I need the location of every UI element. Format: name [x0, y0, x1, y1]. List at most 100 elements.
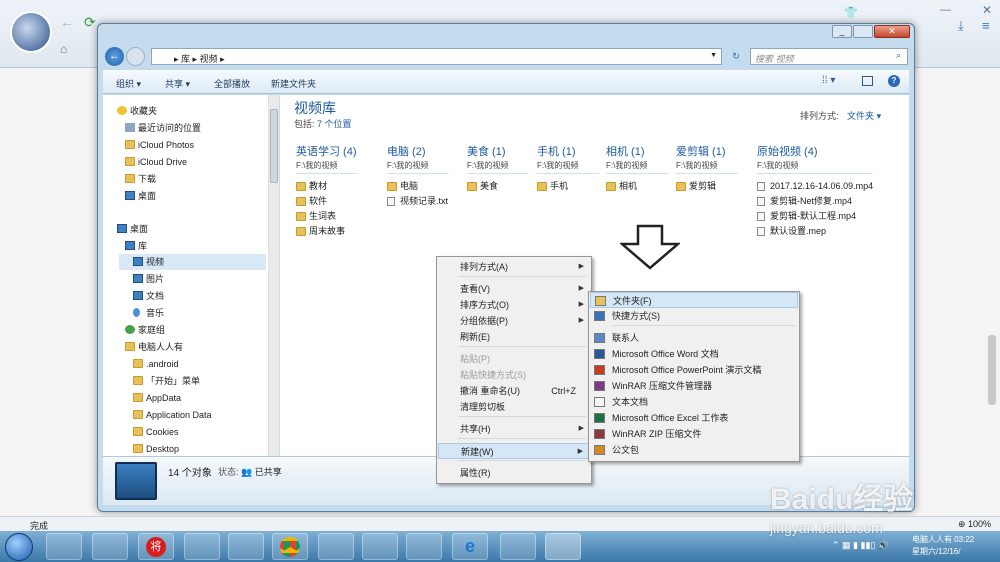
nav-item[interactable]: 音乐 [119, 305, 266, 321]
file-item[interactable]: 默认设置.mep [757, 224, 873, 239]
nav-item[interactable]: 电脑人人有 [111, 339, 266, 355]
nav-item[interactable]: 桌面 [111, 188, 266, 204]
avatar[interactable] [10, 11, 52, 53]
submenu-item[interactable]: 公文包 [590, 442, 798, 458]
taskbar-explorer-button[interactable] [46, 533, 82, 560]
library-locations-link[interactable]: 7 个位置 [317, 119, 352, 129]
taskbar-chrome-button[interactable] [272, 533, 308, 560]
submenu-item[interactable]: 快捷方式(S) [590, 308, 798, 324]
group-header[interactable]: 电脑 (2) [387, 143, 449, 159]
nav-item[interactable]: AppData [119, 390, 266, 406]
submenu-item[interactable]: Microsoft Office Excel 工作表 [590, 410, 798, 426]
nav-item[interactable]: 收藏夹 [103, 103, 266, 119]
window-close-button[interactable]: ✕ [874, 25, 910, 38]
menu-item[interactable]: 查看(V) ▶ [438, 281, 590, 297]
tray-icons[interactable]: ⌃ ▦ ▮ ▮▮▯ 🔊 [832, 540, 889, 551]
clock[interactable]: 电脑人人有 03:22 星期六/12/16/ [912, 534, 974, 558]
folder-item[interactable]: 周末故事 [296, 224, 358, 239]
taskbar-ie-button[interactable]: e [452, 533, 488, 560]
window-maximize-button[interactable] [853, 25, 873, 38]
home-icon[interactable]: ⌂ [60, 42, 72, 56]
folder-item[interactable]: 美食 [467, 179, 529, 194]
nav-item[interactable]: iCloud Photos [111, 137, 266, 153]
submenu-item[interactable]: WinRAR 压缩文件管理器 [590, 378, 798, 394]
shirt-icon[interactable]: 👕 [844, 6, 858, 19]
play-all-button[interactable]: 全部播放 [214, 77, 250, 90]
taskbar-media-button[interactable] [500, 533, 536, 560]
page-scrollbar[interactable] [988, 335, 996, 405]
folder-item[interactable]: 生词表 [296, 209, 358, 224]
menu-item[interactable]: 撤消 重命名(U) Ctrl+Z [438, 383, 590, 399]
nav-item[interactable]: 最近访问的位置 [111, 120, 266, 136]
taskbar-sogou-button[interactable] [406, 533, 442, 560]
menu-item[interactable]: 新建(W) ▶ [438, 443, 590, 459]
taskbar-folder-button[interactable] [184, 533, 220, 560]
taskbar-control-panel-button[interactable] [92, 533, 128, 560]
submenu-item[interactable]: Microsoft Office Word 文档 [590, 346, 798, 362]
nav-item[interactable]: .android [119, 356, 266, 372]
group-header[interactable]: 手机 (1) [537, 143, 599, 159]
folder-item[interactable]: 教材 [296, 179, 358, 194]
file-item[interactable]: 爱剪辑-Net修复.mp4 [757, 194, 873, 209]
submenu-item[interactable]: Microsoft Office PowerPoint 演示文稿 [590, 362, 798, 378]
window-minimize-button[interactable]: _ [832, 25, 852, 38]
folder-item[interactable]: 手机 [537, 179, 599, 194]
submenu-item[interactable]: 联系人 [590, 330, 798, 346]
nav-item[interactable]: Cookies [119, 424, 266, 440]
zoom-indicator[interactable]: ⊕ 100% [958, 519, 991, 530]
file-item[interactable]: 视频记录.txt [387, 194, 449, 209]
nav-item[interactable]: Application Data [119, 407, 266, 423]
nav-item[interactable]: 桌面 [103, 221, 266, 237]
folder-item[interactable]: 相机 [606, 179, 668, 194]
group-header[interactable]: 相机 (1) [606, 143, 668, 159]
nav-scrollbar-thumb[interactable] [270, 109, 278, 183]
folder-item[interactable]: 电脑 [387, 179, 449, 194]
breadcrumb-item-library[interactable]: 库 [181, 54, 190, 64]
nav-item[interactable]: 库 [111, 238, 266, 254]
menu-item[interactable]: 刷新(E) [438, 329, 590, 345]
group-header[interactable]: 英语学习 (4) [296, 143, 358, 159]
minimize-icon[interactable]: — [940, 4, 951, 16]
submenu-item[interactable]: WinRAR ZIP 压缩文件 [590, 426, 798, 442]
taskbar-word-button[interactable] [318, 533, 354, 560]
preview-pane-icon[interactable] [862, 76, 873, 86]
start-button[interactable] [5, 533, 33, 561]
taskbar-chess-button[interactable]: 将 [138, 533, 174, 560]
organize-button[interactable]: 组织 ▾ [116, 77, 141, 90]
nav-item[interactable]: iCloud Drive [111, 154, 266, 170]
dropdown-arrow-icon[interactable]: ▼ [710, 52, 717, 59]
close-icon[interactable]: ✕ [982, 3, 992, 17]
new-folder-button[interactable]: 新建文件夹 [271, 77, 316, 90]
nav-item[interactable]: 视频 [119, 254, 266, 270]
submenu-item[interactable]: 文本文档 [590, 394, 798, 410]
nav-item[interactable]: Desktop [119, 441, 266, 457]
forward-button[interactable] [126, 47, 145, 66]
nav-item[interactable]: 文档 [119, 288, 266, 304]
menu-item[interactable]: 分组依据(P) ▶ [438, 313, 590, 329]
download-icon[interactable]: ⤓ [958, 18, 964, 34]
share-button[interactable]: 共享 ▾ [165, 77, 190, 90]
taskbar-paint-button[interactable] [228, 533, 264, 560]
address-bar[interactable]: ▸ 库 ▸ 视频 ▸ ▼ [151, 48, 722, 65]
folder-item[interactable]: 软件 [296, 194, 358, 209]
refresh-button[interactable]: ↻ [728, 48, 744, 65]
group-header[interactable]: 原始视频 (4) [757, 143, 873, 159]
breadcrumb-item-video[interactable]: 视频 [200, 54, 218, 64]
view-options-icon[interactable]: ⁞⁞ ▾ [822, 75, 835, 86]
menu-item[interactable]: 排序方式(O) ▶ [438, 297, 590, 313]
menu-item[interactable]: 属性(R) [438, 465, 590, 481]
refresh-icon[interactable]: ⟳ [84, 14, 98, 30]
nav-item[interactable]: 「开始」菜单 [119, 373, 266, 389]
back-arrow-icon[interactable]: ← [60, 14, 74, 30]
help-icon[interactable]: ? [888, 75, 900, 87]
group-header[interactable]: 美食 (1) [467, 143, 529, 159]
nav-item[interactable]: 下载 [111, 171, 266, 187]
sort-control[interactable]: 排列方式: 文件夹 ▾ [800, 109, 881, 122]
menu-item[interactable]: 共享(H) ▶ [438, 421, 590, 437]
folder-item[interactable]: 爱剪辑 [676, 179, 738, 194]
file-item[interactable]: 爱剪辑-默认工程.mp4 [757, 209, 873, 224]
menu-item[interactable]: 排列方式(A) ▶ [438, 259, 590, 275]
nav-item[interactable]: 家庭组 [111, 322, 266, 338]
submenu-item[interactable]: 文件夹(F) [590, 292, 798, 308]
nav-item[interactable]: 图片 [119, 271, 266, 287]
